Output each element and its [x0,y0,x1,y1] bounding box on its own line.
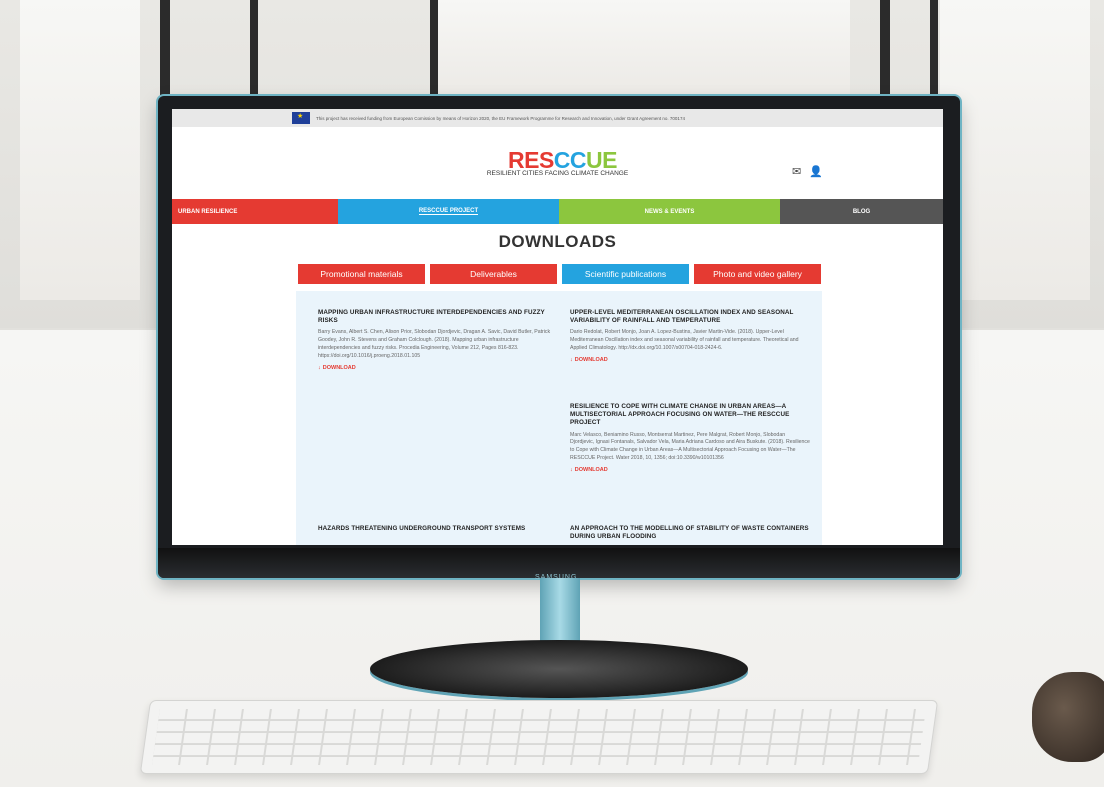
nav-blog[interactable]: BLOG [780,199,943,224]
download-tabs: Promotional materials Deliverables Scien… [298,264,821,284]
window-center [430,0,850,96]
publication-card: AN APPROACH TO THE MODELLING OF STABILIT… [570,525,810,545]
download-arrow-icon: ↓ [570,466,573,473]
download-link[interactable]: ↓ DOWNLOAD [570,466,810,474]
publication-title: UPPER-LEVEL MEDITERRANEAN OSCILLATION IN… [570,309,794,325]
tab-promotional-materials[interactable]: Promotional materials [298,264,425,284]
window-left [20,0,140,300]
download-link[interactable]: ↓ DOWNLOAD [570,356,810,364]
nav-urban-resilience[interactable]: URBAN RESILIENCE [172,199,338,224]
window-frame [430,0,438,96]
nav-resccue-project[interactable]: RESCCUE PROJECT [338,199,559,224]
download-arrow-icon: ↓ [570,356,573,363]
publication-body: Marc Velasco, Beniamino Russo, Montserra… [570,431,810,461]
browser-screen: This project has received funding from E… [172,109,943,545]
publications-panel: MAPPING URBAN INFRASTRUCTURE INTERDEPEND… [296,291,822,545]
keyboard [139,700,939,774]
publication-title: RESILIENCE TO COPE WITH CLIMATE CHANGE I… [570,403,790,427]
funding-bar: This project has received funding from E… [172,109,943,127]
mouse [1032,672,1104,762]
tab-deliverables[interactable]: Deliverables [430,264,557,284]
nav-news-events[interactable]: NEWS & EVENTS [559,199,780,224]
tab-photo-video-gallery[interactable]: Photo and video gallery [694,264,821,284]
publication-body: Barry Evans, Albert S. Chen, Alison Prio… [318,329,551,359]
publication-card: UPPER-LEVEL MEDITERRANEAN OSCILLATION IN… [570,309,810,364]
funding-text: This project has received funding from E… [316,115,685,121]
main-nav: URBAN RESILIENCE RESCCUE PROJECT NEWS & … [172,199,943,224]
window-right [940,0,1090,300]
publication-body: Dario Redolat, Robert Monjo, Joan A. Lop… [570,329,799,351]
publication-card: MAPPING URBAN INFRASTRUCTURE INTERDEPEND… [318,309,558,372]
publication-title: MAPPING URBAN INFRASTRUCTURE INTERDEPEND… [318,309,545,325]
publication-card: HAZARDS THREATENING UNDERGROUND TRANSPOR… [318,525,558,537]
publication-title: AN APPROACH TO THE MODELLING OF STABILIT… [570,525,809,541]
publication-title: HAZARDS THREATENING UNDERGROUND TRANSPOR… [318,525,526,532]
download-link[interactable]: ↓ DOWNLOAD [318,364,558,372]
eu-flag-icon [292,112,310,124]
page-title: DOWNLOADS [498,232,617,251]
monitor-stand-base [370,640,748,698]
publication-card: RESILIENCE TO COPE WITH CLIMATE CHANGE I… [570,403,810,474]
tab-scientific-publications[interactable]: Scientific publications [562,264,689,284]
download-arrow-icon: ↓ [318,364,321,371]
tagline: RESILIENT CITIES FACING CLIMATE CHANGE [486,170,629,177]
